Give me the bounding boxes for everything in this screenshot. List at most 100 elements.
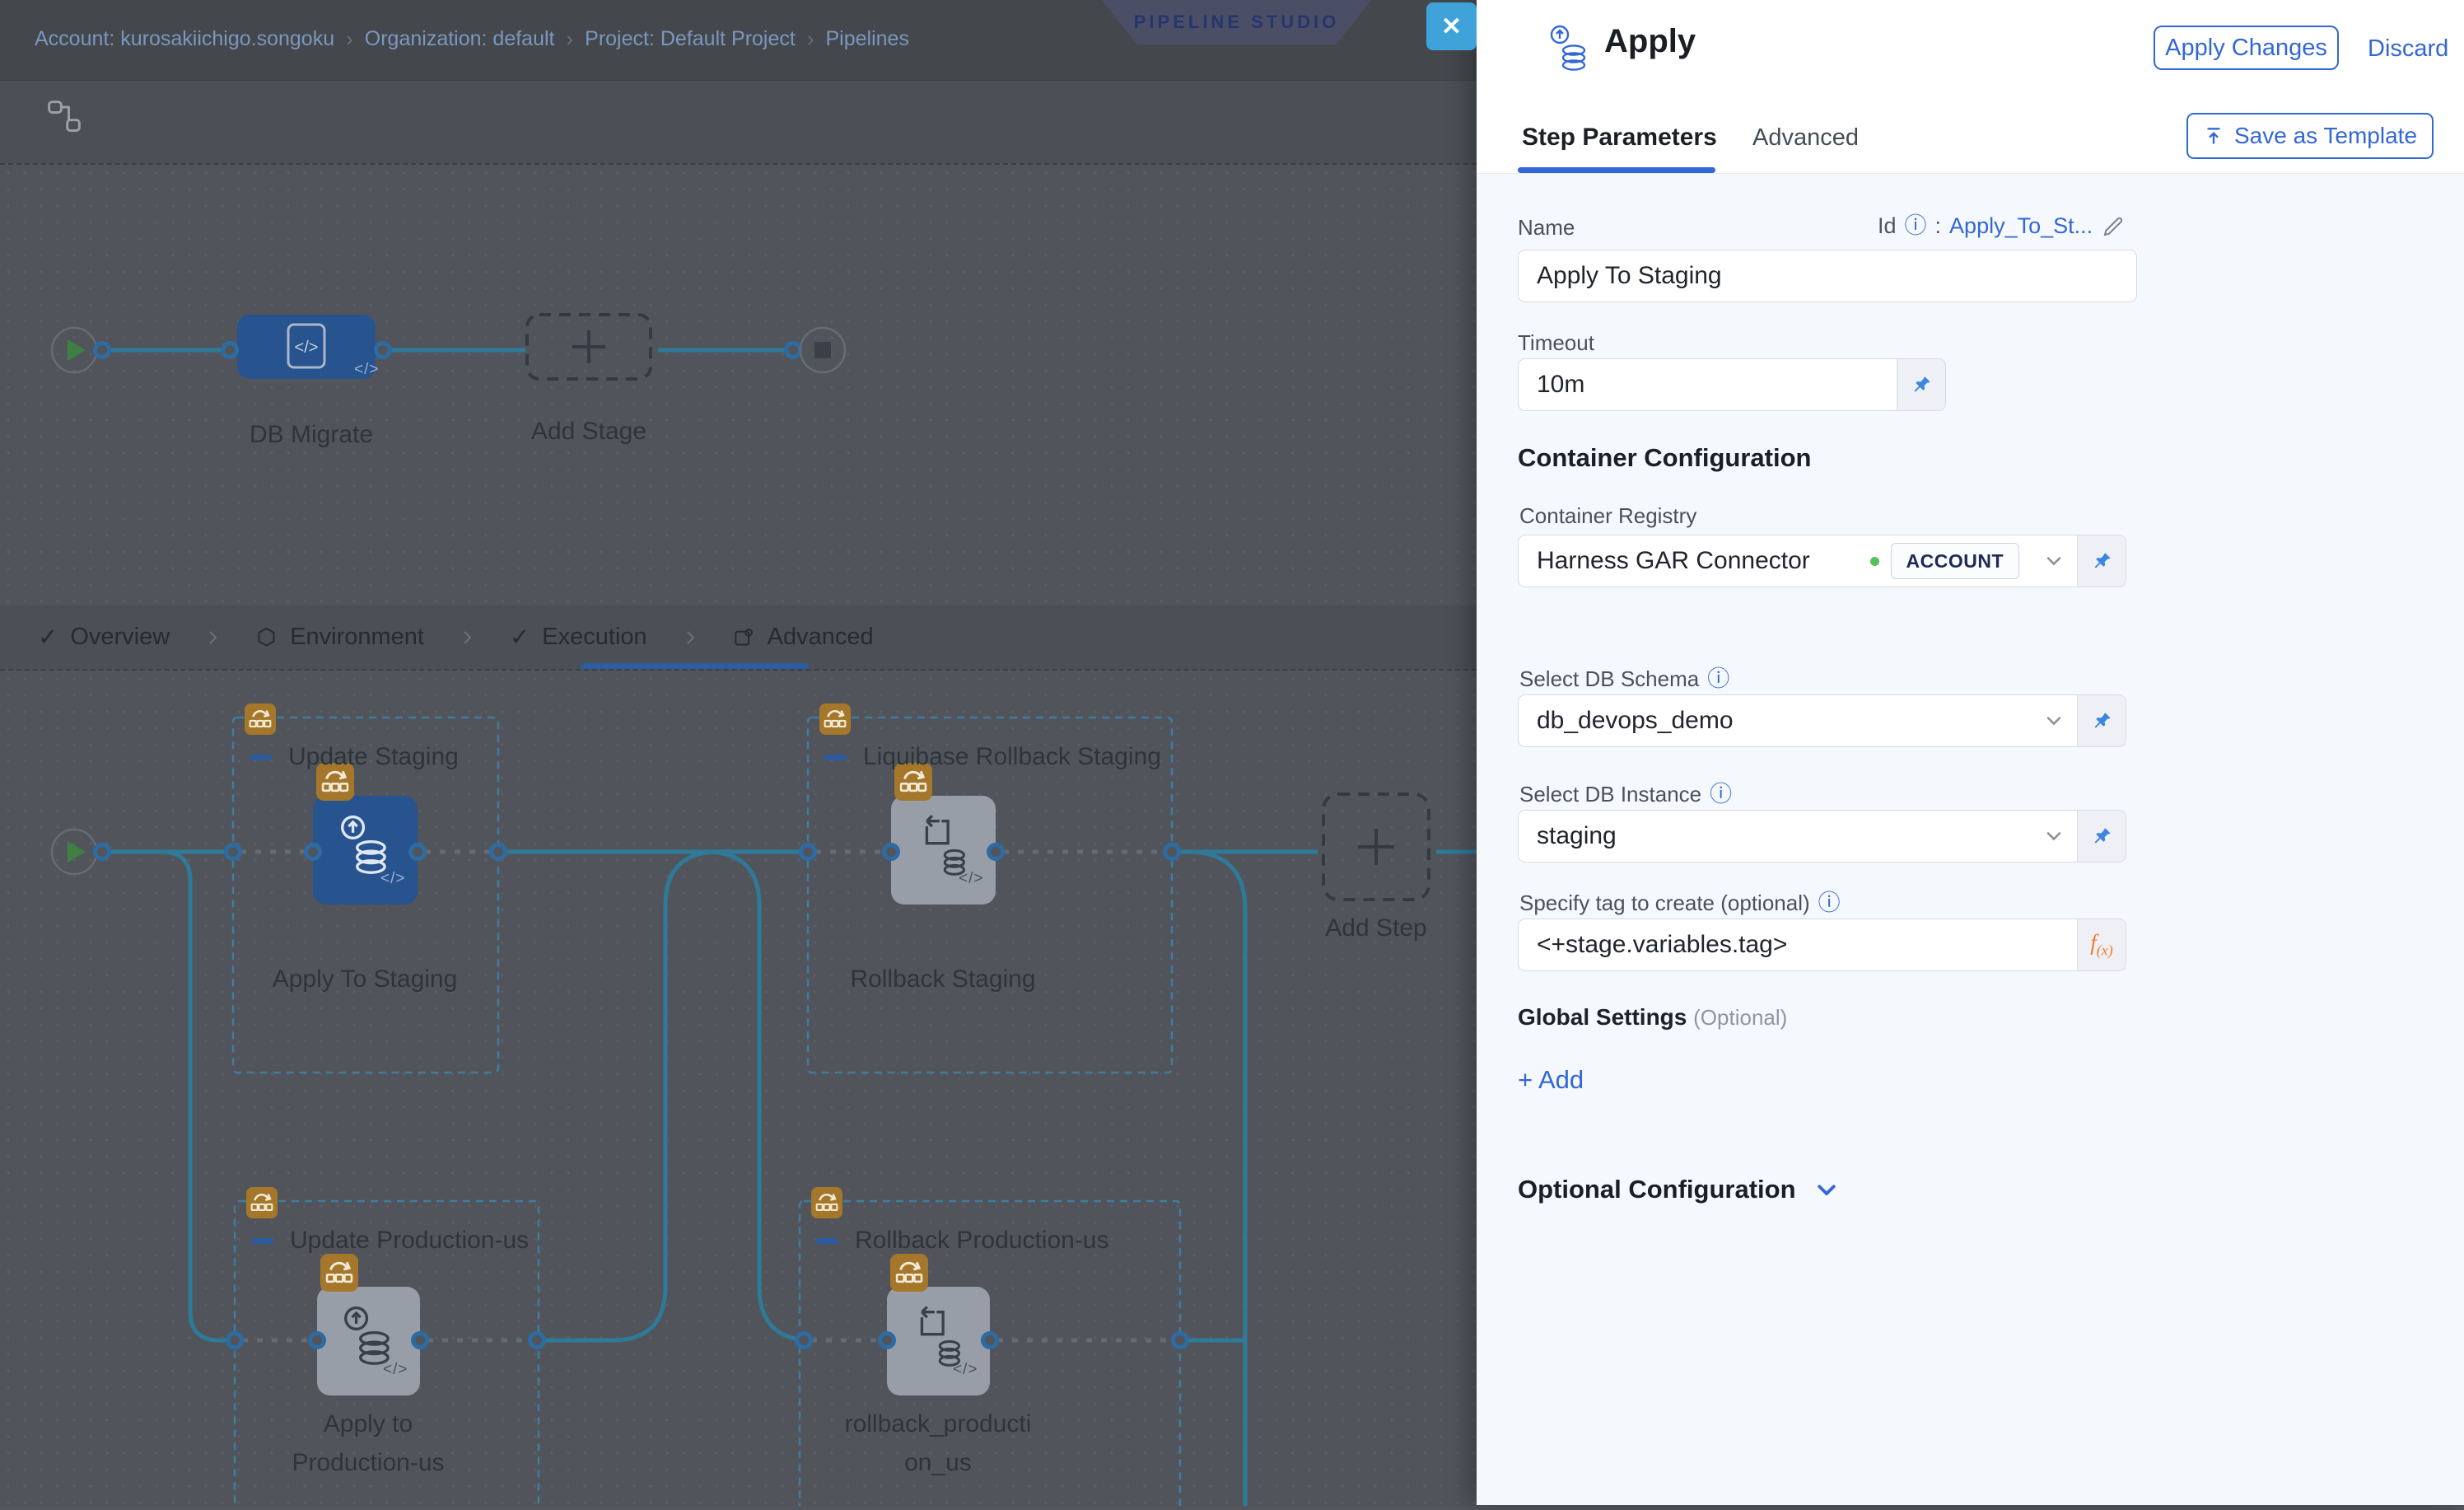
timeout-input[interactable]: 10m (1518, 358, 1946, 411)
code-badge: </> (383, 1361, 408, 1379)
svg-text:</>: </> (295, 339, 319, 357)
tab-execution[interactable]: ✓ Execution (510, 623, 647, 652)
add-stage-label[interactable]: Add Stage (498, 413, 679, 451)
save-as-template-button[interactable]: Save as Template (2186, 113, 2434, 159)
fx-icon: f(x) (2090, 930, 2113, 959)
add-step-label[interactable]: Add Step (1286, 909, 1467, 948)
step-group-icon (811, 1187, 842, 1218)
pipeline-title-bar: Module Demo - Beta-multi-env 1 VISUAL YA… (0, 80, 1477, 164)
code-badge: </> (380, 870, 405, 888)
scope-badge: ACCOUNT (1891, 543, 2020, 579)
global-settings-label: Global Settings (1518, 1004, 1687, 1030)
collapse-dash-icon[interactable] (251, 1238, 273, 1244)
stage-graph: </> (0, 165, 1477, 607)
pin-icon (1911, 374, 1933, 396)
discard-button[interactable]: Discard (2368, 35, 2448, 63)
global-settings-row: Global Settings (Optional) (1518, 1004, 1787, 1031)
chevron-down-icon[interactable] (2031, 695, 2077, 746)
connector-status-dot (1870, 557, 1879, 566)
group-label-update-staging[interactable]: Update Staging (250, 743, 459, 771)
optional-configuration-toggle[interactable]: Optional Configuration (1518, 1175, 1839, 1204)
breadcrumb-organization[interactable]: Organization: default (365, 27, 555, 51)
group-label-rollback-production-us[interactable]: Rollback Production-us (816, 1227, 1108, 1255)
chevron-down-icon[interactable] (2031, 535, 2077, 587)
db-schema-label: Select DB Schema ⓘ (1519, 666, 1729, 692)
tag-to-create-label: Specify tag to create (optional) ⓘ (1519, 891, 1841, 916)
chevron-down-icon (1814, 1177, 1839, 1202)
add-step-button[interactable] (1323, 794, 1429, 900)
panel-content: Name Id ⓘ : Apply_To_St... Apply To Stag… (1477, 173, 2464, 1505)
code-badge: </> (959, 870, 983, 888)
tab-environment-label: Environment (290, 624, 424, 651)
breadcrumb-project[interactable]: Project: Default Project (585, 27, 796, 51)
info-icon[interactable]: ⓘ (1818, 892, 1841, 914)
tab-step-parameters[interactable]: Step Parameters (1522, 124, 1717, 152)
tab-execution-label: Execution (542, 624, 646, 651)
container-registry-label: Container Registry (1519, 503, 1696, 529)
db-instance-select[interactable]: staging (1518, 810, 2126, 863)
stage-graph-canvas[interactable]: </> DB Migrate Add Stage </> (0, 163, 1477, 607)
tag-to-create-input[interactable]: <+stage.variables.tag> f(x) (1518, 919, 2126, 971)
code-badge: </> (354, 361, 379, 379)
check-icon: ✓ (38, 623, 58, 652)
execution-graph-canvas[interactable]: Update Staging Liquibase Rollback Stagin… (0, 669, 1477, 1506)
tab-advanced[interactable]: Advanced (733, 624, 874, 651)
collapse-dash-icon[interactable] (250, 755, 272, 760)
collapse-dash-icon[interactable] (824, 755, 847, 760)
db-schema-select[interactable]: db_devops_demo (1518, 694, 2126, 747)
name-label: Name (1518, 215, 1575, 241)
close-panel-button[interactable]: ✕ (1426, 2, 1477, 50)
save-template-icon (2203, 125, 2224, 147)
add-stage-button[interactable] (527, 315, 651, 379)
tab-advanced[interactable]: Advanced (1752, 124, 1859, 152)
group-label-liquibase-rollback-staging[interactable]: Liquibase Rollback Staging (824, 743, 1161, 771)
step-node-rollback-staging[interactable] (891, 796, 996, 905)
fixed-value-pin-button[interactable] (2077, 811, 2126, 862)
step-node-rollback-production-us[interactable] (887, 1287, 990, 1395)
fixed-value-pin-button[interactable] (2077, 695, 2126, 746)
breadcrumb-account[interactable]: Account: kurosakiichigo.songoku (35, 27, 334, 51)
id-label: Id (1878, 213, 1897, 239)
tab-overview[interactable]: ✓ Overview (38, 623, 170, 652)
step-id-value[interactable]: Apply_To_St... (1949, 213, 2093, 239)
breadcrumb-pipelines[interactable]: Pipelines (826, 27, 909, 51)
node-label-apply-to-production-us[interactable]: Apply to Production-us (269, 1405, 467, 1482)
info-icon[interactable]: ⓘ (1707, 668, 1729, 690)
expression-fx-button[interactable]: f(x) (2077, 919, 2126, 970)
step-group-icon (246, 1187, 278, 1218)
node-label-apply-to-staging[interactable]: Apply To Staging (266, 961, 464, 999)
hexagon-icon (255, 626, 278, 648)
fixed-value-pin-button[interactable] (2077, 535, 2126, 587)
step-group-icon (890, 1254, 928, 1292)
step-node-apply-to-staging[interactable] (313, 796, 418, 905)
chevron-right-icon: › (346, 26, 353, 52)
check-icon: ✓ (510, 623, 530, 652)
step-id-row: Id ⓘ : Apply_To_St... (1878, 213, 2126, 239)
optional-configuration-label: Optional Configuration (1518, 1175, 1796, 1204)
info-icon[interactable]: ⓘ (1905, 215, 1927, 237)
timeout-label: Timeout (1518, 330, 1594, 356)
active-tab-underline (1518, 167, 1715, 173)
info-icon[interactable]: ⓘ (1710, 783, 1732, 806)
edit-id-pencil-icon[interactable] (2101, 214, 2126, 239)
collapse-dash-icon[interactable] (816, 1238, 838, 1244)
node-label-rollback-staging[interactable]: Rollback Staging (844, 961, 1042, 999)
chevron-down-icon[interactable] (2031, 811, 2077, 862)
step-group-icon (245, 704, 276, 735)
add-global-setting-link[interactable]: + Add (1518, 1065, 1584, 1095)
stage-label-db-migrate[interactable]: DB Migrate (212, 416, 410, 455)
group-label-update-production-us[interactable]: Update Production-us (251, 1227, 529, 1255)
name-input[interactable]: Apply To Staging (1518, 250, 2137, 302)
step-node-apply-to-production-us[interactable] (317, 1287, 420, 1395)
apply-changes-button[interactable]: Apply Changes (2154, 26, 2339, 70)
breadcrumb: Account: kurosakiichigo.songoku › Organi… (35, 26, 909, 52)
node-label-rollback-production-us[interactable]: rollback_production_us (839, 1405, 1037, 1482)
close-icon: ✕ (1441, 12, 1462, 41)
optional-hint: (Optional) (1693, 1005, 1787, 1030)
step-config-panel: Apply Apply Changes Discard Step Paramet… (1477, 0, 2464, 1504)
container-registry-select[interactable]: Harness GAR Connector ACCOUNT (1518, 535, 2126, 587)
tab-overview-label: Overview (70, 624, 170, 651)
chevron-right-icon (457, 628, 477, 647)
fixed-value-pin-button[interactable] (1897, 359, 1945, 410)
tab-environment[interactable]: Environment (255, 624, 424, 651)
